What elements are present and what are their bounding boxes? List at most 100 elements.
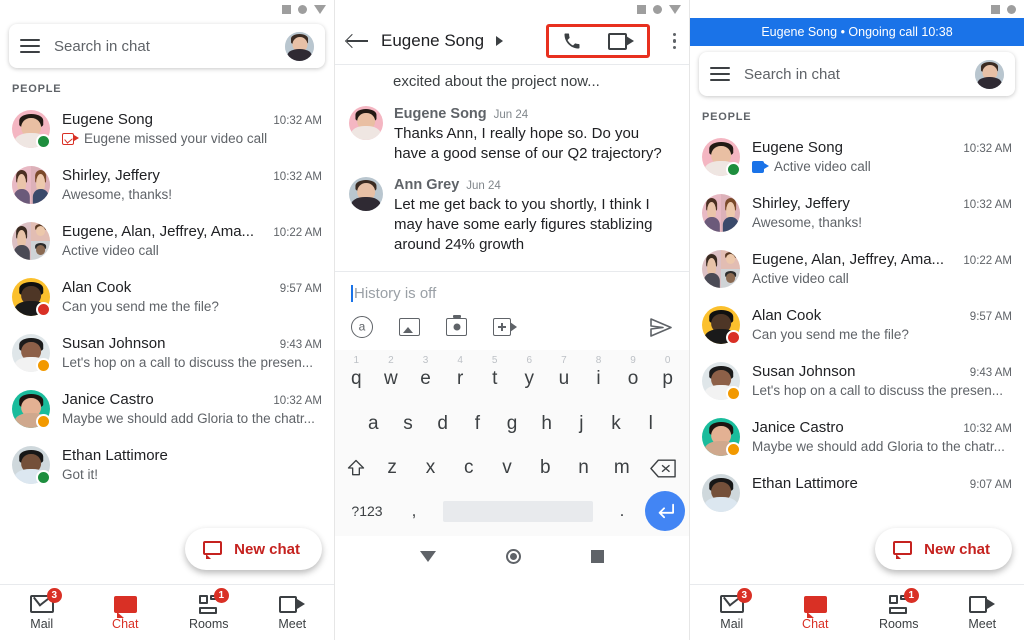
key-o[interactable]: 9o (616, 355, 651, 390)
presence-indicator (726, 442, 741, 457)
list-item[interactable]: Eugene, Alan, Jeffrey, Ama... 10:22 AM A… (690, 241, 1024, 297)
list-item[interactable]: Alan Cook 9:57 AM Can you send me the fi… (0, 269, 334, 325)
key-w[interactable]: 2w (374, 355, 409, 390)
symbols-key[interactable]: ?123 (339, 503, 395, 519)
list-item[interactable]: Janice Castro 10:32 AM Maybe we should a… (0, 381, 334, 437)
list-item[interactable]: Alan Cook 9:57 AM Can you send me the fi… (690, 297, 1024, 353)
virtual-keyboard: 1q 2w 3e 4r 5t 6y 7u 8i 9o 0p a s d f g … (335, 350, 689, 537)
hamburger-icon[interactable] (710, 67, 730, 81)
message-snippet: Active video call (752, 271, 849, 286)
ongoing-call-banner[interactable]: Eugene Song • Ongoing call 10:38 (690, 18, 1024, 46)
list-item[interactable]: Shirley, Jeffery 10:32 AM Awesome, thank… (0, 157, 334, 213)
search-input[interactable]: Search in chat (54, 38, 271, 55)
key-n[interactable]: n (564, 457, 602, 479)
list-item[interactable]: Ethan Lattimore Got it! (0, 437, 334, 493)
key-y[interactable]: 6y (512, 355, 547, 390)
composer-input[interactable]: History is off (335, 272, 689, 312)
presence-indicator (36, 470, 51, 485)
home-nav-icon[interactable] (506, 548, 521, 564)
avatar (702, 474, 740, 512)
camera-icon[interactable] (446, 318, 467, 337)
key-m[interactable]: m (603, 457, 641, 479)
video-call-icon[interactable] (607, 32, 634, 50)
caret-right-icon[interactable] (496, 36, 504, 46)
key-c[interactable]: c (450, 457, 488, 479)
contact-name: Shirley, Jeffery (62, 167, 160, 184)
list-item[interactable]: Susan Johnson 9:43 AM Let's hop on a cal… (690, 353, 1024, 409)
hamburger-icon[interactable] (20, 39, 40, 53)
key-r[interactable]: 4r (443, 355, 478, 390)
keyboard-row-2: a s d f g h j k l (339, 402, 685, 446)
nav-item-chat[interactable]: Chat (84, 594, 168, 631)
send-icon[interactable] (649, 317, 673, 338)
list-item[interactable]: Eugene Song 10:32 AM Active video call (690, 129, 1024, 185)
timestamp: 10:32 AM (963, 199, 1012, 211)
avatar (12, 222, 50, 260)
key-number: 4 (457, 355, 463, 367)
list-item[interactable]: Janice Castro 10:32 AM Maybe we should a… (690, 409, 1024, 465)
mention-icon[interactable] (351, 316, 373, 339)
new-chat-button[interactable]: New chat (185, 528, 322, 570)
key-d[interactable]: d (425, 413, 460, 435)
timestamp: 9:57 AM (969, 311, 1012, 323)
key-q[interactable]: 1q (339, 355, 374, 390)
back-arrow-icon[interactable] (347, 32, 369, 50)
key-g[interactable]: g (495, 413, 530, 435)
screenshot-stage: Search in chat PEOPLE Eugene Song 10:32 … (0, 0, 1024, 640)
list-item[interactable]: Ethan Lattimore 9:07 AM (690, 465, 1024, 521)
comma-key[interactable]: , (395, 501, 433, 521)
phone-call-icon[interactable] (562, 31, 582, 51)
presence-indicator (36, 134, 51, 149)
key-u[interactable]: 7u (547, 355, 582, 390)
enter-icon[interactable] (645, 491, 685, 532)
presence-indicator (36, 302, 51, 317)
list-item[interactable]: Shirley, Jeffery 10:32 AM Awesome, thank… (690, 185, 1024, 241)
android-navigation-bar (335, 536, 689, 577)
key-e[interactable]: 3e (408, 355, 443, 390)
key-z[interactable]: z (373, 457, 411, 479)
search-bar[interactable]: Search in chat (699, 52, 1015, 96)
nav-item-mail[interactable]: 3 Mail (0, 588, 84, 631)
new-chat-button[interactable]: New chat (875, 528, 1012, 570)
list-item[interactable]: Eugene Song 10:32 AM Eugene missed your … (0, 101, 334, 157)
list-item[interactable]: Eugene, Alan, Jeffrey, Ama... 10:22 AM A… (0, 213, 334, 269)
key-j[interactable]: j (564, 413, 599, 435)
conversation-header: Eugene Song (335, 18, 689, 64)
nav-item-rooms[interactable]: 1 Rooms (857, 588, 941, 631)
nav-item-mail[interactable]: 3 Mail (690, 588, 774, 631)
avatar[interactable] (285, 31, 314, 61)
key-t[interactable]: 5t (477, 355, 512, 390)
nav-item-chat[interactable]: Chat (774, 594, 858, 631)
list-item[interactable]: Susan Johnson 9:43 AM Let's hop on a cal… (0, 325, 334, 381)
nav-item-meet[interactable]: Meet (941, 594, 1024, 631)
key-k[interactable]: k (599, 413, 634, 435)
key-a[interactable]: a (356, 413, 391, 435)
shift-icon[interactable] (339, 458, 373, 478)
chat-icon (802, 594, 828, 618)
message-date: Jun 24 (466, 179, 501, 192)
key-l[interactable]: l (633, 413, 668, 435)
key-v[interactable]: v (488, 457, 526, 479)
key-x[interactable]: x (411, 457, 449, 479)
key-i[interactable]: 8i (581, 355, 616, 390)
key-f[interactable]: f (460, 413, 495, 435)
key-h[interactable]: h (529, 413, 564, 435)
search-bar[interactable]: Search in chat (9, 24, 325, 68)
contact-name: Susan Johnson (62, 335, 166, 352)
more-vert-icon[interactable] (668, 29, 682, 54)
period-key[interactable]: . (603, 501, 641, 521)
search-input[interactable]: Search in chat (744, 66, 961, 83)
avatar[interactable] (975, 59, 1004, 89)
back-nav-icon[interactable] (420, 550, 436, 562)
avatar (702, 250, 740, 288)
space-key[interactable] (443, 500, 593, 522)
recents-nav-icon[interactable] (591, 549, 604, 563)
nav-item-meet[interactable]: Meet (251, 594, 335, 631)
backspace-icon[interactable] (641, 459, 685, 478)
image-icon[interactable] (399, 318, 420, 337)
nav-item-rooms[interactable]: 1 Rooms (167, 588, 251, 631)
key-b[interactable]: b (526, 457, 564, 479)
key-p[interactable]: 0p (650, 355, 685, 390)
key-s[interactable]: s (391, 413, 426, 435)
add-video-icon[interactable] (493, 318, 517, 337)
